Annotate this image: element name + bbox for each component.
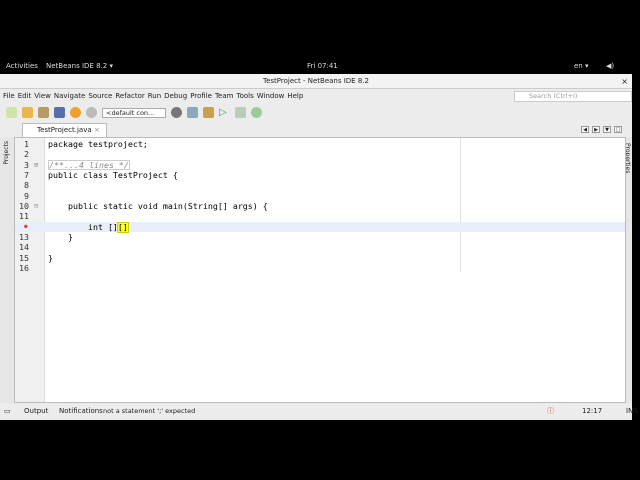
line-number: 15 <box>19 252 29 263</box>
code-line: 9 <box>15 191 625 201</box>
line-text: } <box>48 231 73 242</box>
menu-navigate[interactable]: Navigate <box>54 89 85 103</box>
line-text: /**...4 lines */ <box>48 159 130 170</box>
line-number: 13 <box>19 231 29 242</box>
code-line: 7 public class TestProject { <box>15 170 625 180</box>
error-marker-icon[interactable]: ● <box>24 222 28 232</box>
clean-build-icon[interactable] <box>203 107 214 118</box>
code-line: 3 /**...4 lines */ ⊞ <box>15 159 625 170</box>
expand-fold-icon[interactable]: ⊞ <box>34 160 38 170</box>
line-number: 7 <box>24 169 29 180</box>
tab-label: TestProject.java <box>37 126 92 134</box>
save-all-icon[interactable] <box>54 107 65 118</box>
code-line: 11 <box>15 211 625 221</box>
error-icon[interactable]: ⓘ <box>547 403 554 420</box>
code-line: 13 } <box>15 232 625 242</box>
line-number: 1 <box>24 139 29 149</box>
new-file-icon[interactable] <box>6 107 17 118</box>
code-line: 16 <box>15 263 625 273</box>
menu-help[interactable]: Help <box>287 89 303 103</box>
notifications-tab[interactable]: Notifications <box>59 403 103 420</box>
browser-icon[interactable] <box>171 107 182 118</box>
line-text: public class TestProject { <box>48 169 178 180</box>
menu-edit[interactable]: Edit <box>18 89 32 103</box>
menu-file[interactable]: File <box>3 89 15 103</box>
caret-position: 12:17 <box>582 407 603 415</box>
projects-tab[interactable]: Projects <box>3 141 10 165</box>
tab-testproject-java[interactable]: TestProject.java × <box>22 123 107 137</box>
line-number: 3 <box>24 159 29 170</box>
status-bar: ▭ Output Notifications not a statement '… <box>0 403 638 420</box>
activities-button[interactable]: Activities <box>6 62 38 70</box>
line-text: } <box>48 252 53 263</box>
configuration-select[interactable]: <default con... <box>102 107 166 118</box>
code-line: 12 int [][]● <box>15 221 625 233</box>
language-menu[interactable]: en ▾ <box>574 62 588 70</box>
menu-team[interactable]: Team <box>215 89 234 103</box>
code-line: 14 <box>15 242 625 252</box>
build-icon[interactable] <box>187 107 198 118</box>
menu-refactor[interactable]: Refactor <box>115 89 144 103</box>
window-title: TestProject - NetBeans IDE 8.2 <box>263 77 369 85</box>
output-icon[interactable]: ▭ <box>4 403 11 420</box>
toolbar: <default con... ▷ <box>0 104 632 121</box>
line-number: 9 <box>24 190 29 201</box>
redo-icon[interactable] <box>86 107 97 118</box>
menu-run[interactable]: Run <box>148 89 161 103</box>
line-text: public static void main(String[] args) { <box>48 200 268 211</box>
system-top-bar: Activities NetBeans IDE 8.2 ▾ Fri 07:41 … <box>0 57 640 74</box>
line-text: int [][] <box>48 221 128 232</box>
code-line: 8 <box>15 180 625 190</box>
insert-mode: INS <box>626 407 638 415</box>
line-number: 14 <box>19 242 29 253</box>
editor-tabs: TestProject.java × ◀ ▶ ▼ □ <box>14 123 626 137</box>
menu-debug[interactable]: Debug <box>164 89 187 103</box>
line-number: 2 <box>24 149 29 160</box>
clock[interactable]: Fri 07:41 <box>307 62 338 70</box>
tab-close-icon[interactable]: × <box>94 126 100 134</box>
tab-navigation: ◀ ▶ ▼ □ <box>581 126 622 133</box>
menu-profile[interactable]: Profile <box>190 89 212 103</box>
line-number: 11 <box>19 211 29 222</box>
open-project-icon[interactable] <box>38 107 49 118</box>
netbeans-window: TestProject - NetBeans IDE 8.2 × File Edi… <box>0 74 638 420</box>
code-line: 2 <box>15 149 625 159</box>
search-input[interactable]: Search (Ctrl+I) <box>514 91 632 102</box>
title-bar: TestProject - NetBeans IDE 8.2 × <box>0 74 632 89</box>
code-line: 15} <box>15 253 625 263</box>
scroll-right-icon[interactable]: ▶ <box>592 126 600 133</box>
maximize-icon[interactable]: □ <box>614 126 622 133</box>
code-editor[interactable]: 1 package testproject; 2 3 /**...4 lines */ ⊞… <box>14 137 626 403</box>
line-number: 8 <box>24 180 29 191</box>
line-number: 16 <box>19 262 29 273</box>
scroll-left-icon[interactable]: ◀ <box>581 126 589 133</box>
menu-source[interactable]: Source <box>88 89 112 103</box>
run-icon[interactable]: ▷ <box>219 107 230 118</box>
debug-icon[interactable] <box>235 107 246 118</box>
output-tab[interactable]: Output <box>24 403 48 420</box>
menu-tools[interactable]: Tools <box>236 89 253 103</box>
line-number: 10 <box>19 200 29 211</box>
line-text: package testproject; <box>48 139 148 149</box>
volume-icon[interactable]: ◀) <box>606 62 614 70</box>
new-project-icon[interactable] <box>22 107 33 118</box>
app-menu[interactable]: NetBeans IDE 8.2 ▾ <box>46 62 113 70</box>
projects-side-panel[interactable]: Projects <box>0 137 14 403</box>
tab-list-icon[interactable]: ▼ <box>603 126 611 133</box>
collapse-fold-icon[interactable]: ⊟ <box>34 201 38 211</box>
menu-window[interactable]: Window <box>257 89 285 103</box>
close-window-button[interactable]: × <box>621 74 628 89</box>
status-message: not a statement ';' expected <box>103 407 196 415</box>
menu-view[interactable]: View <box>34 89 51 103</box>
code-line: 1 package testproject; <box>15 139 625 149</box>
undo-icon[interactable] <box>70 107 81 118</box>
code-line: 10 public static void main(String[] args… <box>15 201 625 211</box>
profile-icon[interactable] <box>251 107 262 118</box>
